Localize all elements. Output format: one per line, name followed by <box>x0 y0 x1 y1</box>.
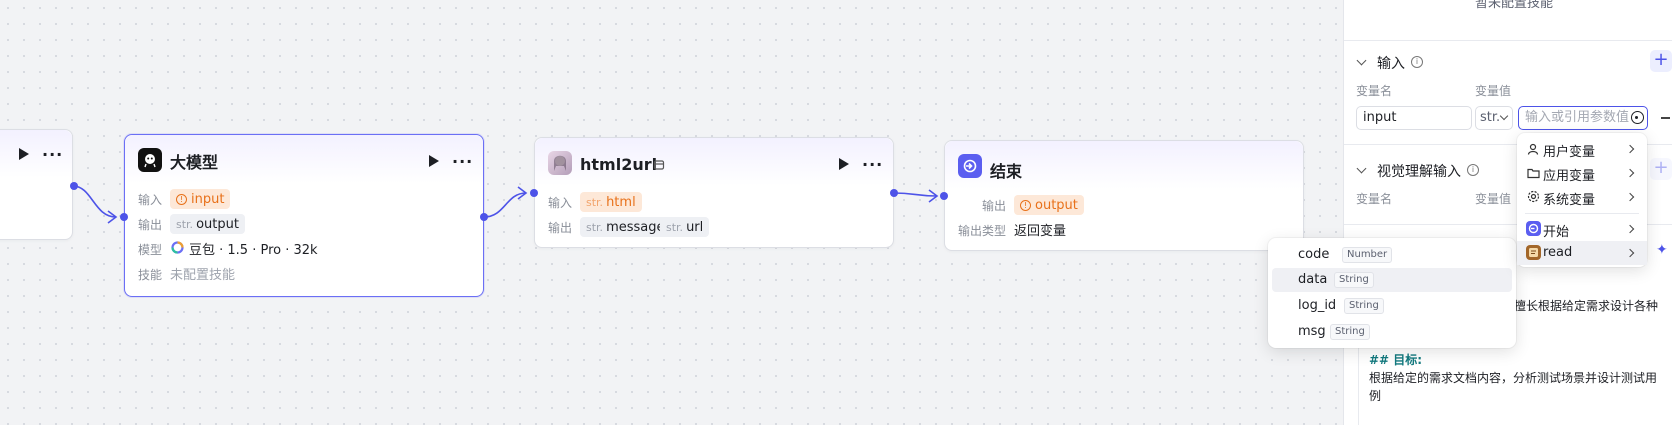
add-vision-input-button[interactable]: + <box>1650 158 1672 180</box>
output-type-value: 返回变量 <box>1014 224 1067 239</box>
skill-empty-text: 暂未配置技能 <box>1475 0 1554 11</box>
user-icon <box>1527 143 1539 155</box>
start-node-icon <box>1526 221 1541 236</box>
output-type-label: 输出类型 <box>958 224 1007 238</box>
field-item-data[interactable]: data String <box>1272 268 1512 292</box>
prompt-text-partial: 擅长根据给定需求设计各种 <box>1514 299 1659 313</box>
node-title: html2url <box>580 155 658 174</box>
menu-item-system-variables[interactable]: 系统变量 <box>1517 185 1647 209</box>
run-icon[interactable] <box>839 158 849 170</box>
warning-icon: ! <box>1020 199 1031 211</box>
run-icon[interactable] <box>19 148 29 160</box>
section-title-vision-input: 视觉理解输入 <box>1377 164 1461 180</box>
more-icon[interactable]: ··· <box>862 157 883 173</box>
chevron-right-icon <box>1625 248 1635 258</box>
more-icon[interactable]: ··· <box>452 154 473 170</box>
chevron-right-icon <box>1625 168 1635 178</box>
input-port[interactable] <box>530 189 538 197</box>
node-title: 结束 <box>990 162 1023 181</box>
skill-label: 技能 <box>138 268 163 282</box>
read-fields-popup: code Number data String log_id String ms… <box>1268 238 1516 348</box>
variable-name-input[interactable]: input <box>1356 106 1472 130</box>
warning-icon: ! <box>176 193 187 205</box>
chevron-right-icon <box>1625 144 1635 154</box>
collapse-icon[interactable] <box>1356 55 1367 66</box>
plugin-store-icon <box>653 159 665 171</box>
prompt-text-line: 例 <box>1369 389 1382 403</box>
type-select[interactable]: str. <box>1475 106 1513 130</box>
edge-llm-html2url <box>483 192 527 218</box>
model-value: 豆包 · 1.5 · Pro · 32k <box>189 243 318 258</box>
remove-row-button[interactable] <box>1661 117 1670 119</box>
chevron-right-icon <box>1625 224 1635 234</box>
output-tag-url: str. url <box>660 217 710 237</box>
edge-html2url-end <box>893 192 938 197</box>
menu-item-read-node[interactable]: read <box>1517 241 1647 265</box>
end-node-icon <box>958 154 982 178</box>
info-icon: i <box>1467 164 1479 176</box>
prompt-text-line: 根据给定的需求文档内容，分析测试场景并设计测试用 <box>1369 371 1658 385</box>
more-icon[interactable]: ··· <box>42 147 63 163</box>
node-title: 大模型 <box>170 153 219 172</box>
input-label: 输入 <box>548 196 573 210</box>
input-tag: str. html <box>580 192 642 212</box>
gear-icon <box>1527 190 1540 203</box>
chevron-right-icon <box>1625 192 1635 202</box>
output-port[interactable] <box>890 189 898 197</box>
reference-variable-menu: 用户变量 应用变量 系统变量 开始 read <box>1517 133 1647 267</box>
info-icon: i <box>1411 56 1423 68</box>
output-label: 输出 <box>982 199 1007 213</box>
field-item-log-id[interactable]: log_id String <box>1272 294 1512 318</box>
node-end[interactable]: 结束 输出 ! output 输出类型 返回变量 <box>944 140 1304 251</box>
llm-icon <box>138 148 162 172</box>
menu-item-start-node[interactable]: 开始 <box>1517 217 1647 241</box>
input-port[interactable] <box>940 192 948 200</box>
menu-item-user-variables[interactable]: 用户变量 <box>1517 137 1647 161</box>
add-input-button[interactable]: + <box>1650 50 1672 72</box>
section-title-input: 输入 <box>1377 56 1405 72</box>
input-tag: ! input <box>170 189 231 209</box>
output-tag: ! output <box>1014 195 1084 215</box>
column-header-value: 变量值 <box>1475 192 1512 206</box>
output-port[interactable] <box>70 182 78 190</box>
node-previous[interactable]: ··· <box>0 129 73 240</box>
reference-variable-icon <box>1631 111 1644 124</box>
run-icon[interactable] <box>429 155 439 167</box>
output-label: 输出 <box>548 221 573 235</box>
input-label: 输入 <box>138 193 163 207</box>
model-logo-icon <box>171 241 184 254</box>
input-port[interactable] <box>120 213 128 221</box>
column-header-name: 变量名 <box>1356 192 1393 206</box>
plugin-icon <box>1526 245 1541 260</box>
output-tag-message: str. message <box>580 217 671 237</box>
node-html2url[interactable]: html2url ··· 输入 str. html 输出 str. message … <box>534 137 894 248</box>
output-label: 输出 <box>138 218 163 232</box>
output-port[interactable] <box>480 213 488 221</box>
column-header-name: 变量名 <box>1356 84 1393 98</box>
node-llm[interactable]: 大模型 ··· 输入 ! input 输出 str. output 模型 豆包 · … <box>124 134 484 297</box>
chevron-down-icon <box>1499 111 1509 121</box>
collapse-icon[interactable] <box>1356 163 1367 174</box>
output-tag: str. output <box>170 214 245 234</box>
field-item-msg[interactable]: msg String <box>1272 320 1512 344</box>
field-item-code[interactable]: code Number <box>1272 243 1512 267</box>
column-header-value: 变量值 <box>1475 84 1512 98</box>
menu-item-app-variables[interactable]: 应用变量 <box>1517 161 1647 185</box>
variable-value-input[interactable]: 输入或引用参数值 <box>1518 106 1648 130</box>
folder-icon <box>1527 167 1540 179</box>
prompt-heading: ## 目标: <box>1369 353 1423 367</box>
skill-value: 未配置技能 <box>170 268 236 283</box>
model-label: 模型 <box>138 243 163 257</box>
plugin-avatar-icon <box>548 151 572 175</box>
